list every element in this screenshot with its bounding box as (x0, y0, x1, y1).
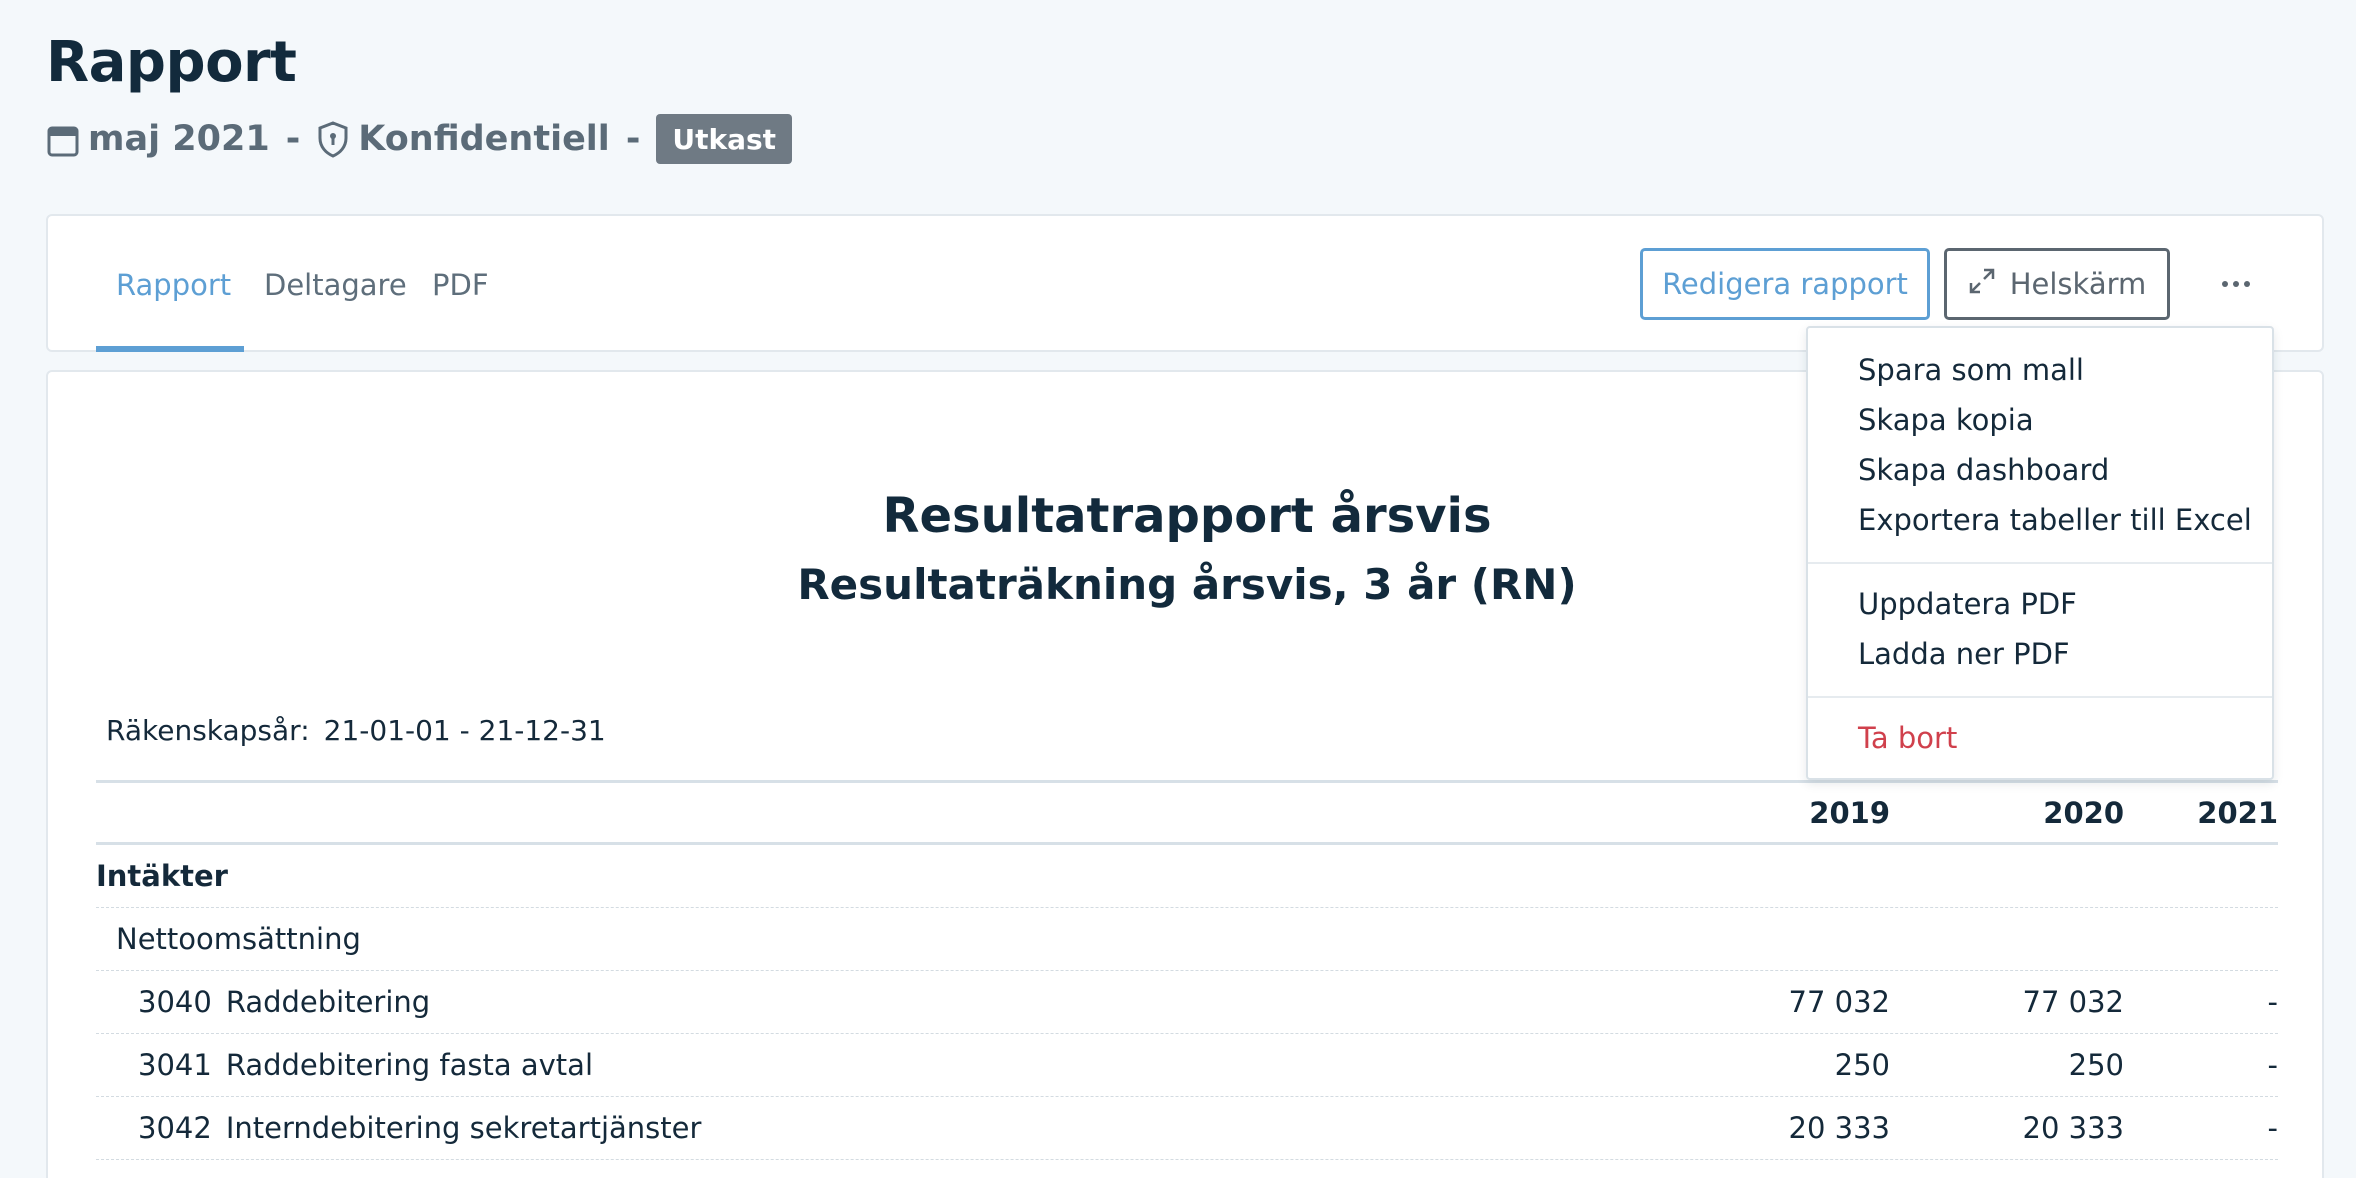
value-cell: - (2267, 985, 2278, 1019)
value-cell: - (2267, 1111, 2278, 1145)
fullscreen-label: Helskärm (2009, 267, 2147, 301)
value-cell: 77 032 (1788, 985, 1890, 1019)
value-cell: 20 333 (2022, 1111, 2124, 1145)
edit-report-button[interactable]: Redigera rapport (1640, 248, 1930, 320)
column-header: 2019 (1809, 795, 1890, 830)
more-options-menu: Spara som mall Skapa kopia Skapa dashboa… (1806, 326, 2274, 780)
value-cell: 250 (1834, 1048, 1890, 1082)
group-row: Intäkter (96, 845, 2278, 908)
meta-separator: - (625, 119, 641, 159)
menu-item-download-pdf[interactable]: Ladda ner PDF (1858, 632, 2070, 676)
account-cell: 3041 Raddebitering fasta avtal (138, 1034, 593, 1096)
table-header-row: 2019 2020 2021 (96, 783, 2278, 845)
report-date: maj 2021 (88, 119, 270, 159)
shield-icon (316, 119, 350, 159)
classification-label: Konfidentiell (358, 119, 610, 159)
tab-pdf[interactable]: PDF (432, 216, 489, 354)
tab-deltagare[interactable]: Deltagare (264, 216, 407, 354)
page-title: Rapport (46, 30, 297, 95)
income-table: 2019 2020 2021 Intäkter Nettoomsättning … (96, 780, 2278, 1160)
column-header: 2021 (2197, 795, 2278, 830)
subgroup-row: Nettoomsättning (96, 908, 2278, 971)
account-name: Raddebitering fasta avtal (225, 1048, 593, 1082)
value-cell: 20 333 (1788, 1111, 1890, 1145)
account-cell: 3042 Interndebitering sekretartjänster (138, 1097, 701, 1159)
account-number: 3041 (138, 1048, 212, 1082)
account-number: 3040 (138, 985, 212, 1019)
menu-item-delete[interactable]: Ta bort (1858, 716, 1957, 760)
subgroup-label: Nettoomsättning (116, 922, 361, 956)
menu-divider (1808, 562, 2272, 564)
fiscal-year-value: 21-01-01 - 21-12-31 (323, 714, 606, 747)
group-label: Intäkter (96, 859, 228, 893)
meta-separator: - (285, 119, 301, 159)
table-row: 3042 Interndebitering sekretartjänster 20… (96, 1097, 2278, 1160)
account-cell: 3040 Raddebitering (138, 971, 430, 1033)
menu-item-dashboard[interactable]: Skapa dashboard (1858, 448, 2109, 492)
value-cell: - (2267, 1048, 2278, 1082)
status-badge: Utkast (656, 114, 793, 164)
account-name: Raddebitering (225, 985, 431, 1019)
menu-item-save-template[interactable]: Spara som mall (1858, 348, 2084, 392)
tab-rapport[interactable]: Rapport (116, 216, 231, 354)
fullscreen-button[interactable]: Helskärm (1944, 248, 2170, 320)
expand-icon (1968, 267, 1996, 302)
table-row: 3040 Raddebitering 77 032 77 032 - (96, 971, 2278, 1034)
menu-item-update-pdf[interactable]: Uppdatera PDF (1858, 582, 2077, 626)
calendar-icon (46, 119, 80, 159)
account-name: Interndebitering sekretartjänster (225, 1111, 702, 1145)
menu-item-export-excel[interactable]: Exportera tabeller till Excel (1858, 498, 2252, 542)
fiscal-year-label: Räkenskapsår: (106, 714, 310, 747)
menu-divider (1808, 696, 2272, 698)
column-header: 2020 (2043, 795, 2124, 830)
active-tab-indicator (96, 346, 244, 352)
more-options-icon[interactable] (2208, 256, 2264, 312)
fiscal-year: Räkenskapsår: 21-01-01 - 21-12-31 (106, 714, 606, 747)
value-cell: 250 (2068, 1048, 2124, 1082)
account-number: 3042 (138, 1111, 212, 1145)
report-meta: maj 2021 - Konfidentiell - Utkast (46, 114, 793, 164)
value-cell: 77 032 (2022, 985, 2124, 1019)
table-row: 3041 Raddebitering fasta avtal 250 250 - (96, 1034, 2278, 1097)
menu-item-copy[interactable]: Skapa kopia (1858, 398, 2034, 442)
